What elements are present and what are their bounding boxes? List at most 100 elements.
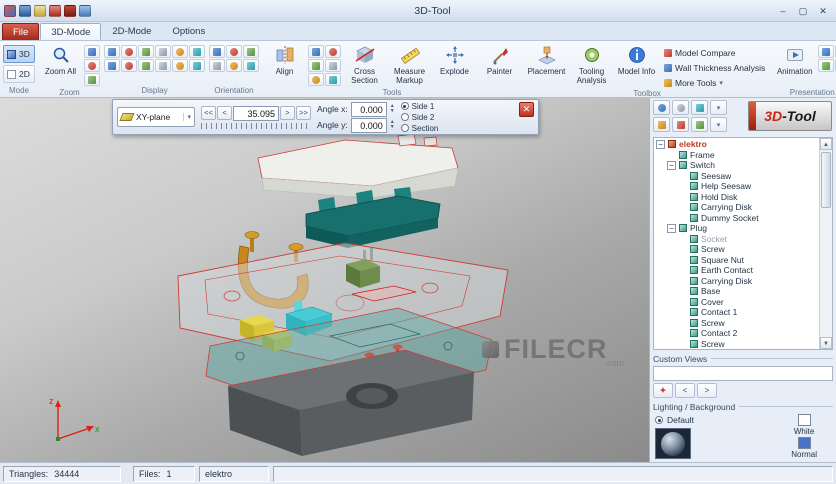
display-tool-icon[interactable] [172, 59, 188, 72]
visibility-menu-icon[interactable]: ▾ [710, 100, 727, 115]
settings-icon[interactable] [79, 4, 91, 17]
display-tool-icon[interactable] [104, 59, 120, 72]
prev-view-button[interactable]: < [675, 383, 695, 398]
section-radio[interactable]: Section [400, 123, 438, 133]
rotate-tool-icon[interactable] [325, 73, 341, 86]
display-tool-icon[interactable] [155, 59, 171, 72]
add-view-button[interactable]: ✦ [653, 383, 673, 398]
tree-item-frame[interactable]: Frame [654, 150, 819, 161]
angle-x-input[interactable]: 0.000 [350, 101, 387, 117]
mode-3d-button[interactable]: 3D [3, 45, 35, 63]
tree-expander-icon[interactable]: − [667, 160, 676, 170]
tree-item-screw[interactable]: Screw [654, 339, 819, 350]
tab-options[interactable]: Options [162, 23, 215, 40]
background-normal-swatch[interactable] [797, 437, 811, 449]
minimize-button[interactable]: – [774, 3, 792, 18]
scroll-up-icon[interactable]: ▲ [820, 138, 832, 150]
tree-item-switch[interactable]: − Switch [654, 160, 819, 171]
save-icon[interactable] [19, 4, 31, 17]
section-plane-select[interactable]: XY-plane ▾ [117, 107, 195, 127]
tree-item-help-seesaw[interactable]: Help Seesaw [654, 181, 819, 192]
print-icon[interactable] [49, 4, 61, 17]
next-view-button[interactable]: > [697, 383, 717, 398]
section-step-fast-back-button[interactable]: << [201, 106, 216, 120]
angle-y-spinner[interactable]: ▲ ▼ [390, 120, 395, 130]
display-tool-icon[interactable] [104, 45, 120, 58]
color-parts-icon[interactable] [672, 117, 689, 132]
tree-item-seesaw[interactable]: Seesaw [654, 171, 819, 182]
section-step-forward-button[interactable]: > [280, 106, 295, 120]
tree-item-cover[interactable]: Cover [654, 297, 819, 308]
scrollbar-thumb[interactable] [821, 152, 831, 208]
tree-expander-icon[interactable]: − [667, 223, 676, 233]
custom-views-list[interactable] [653, 366, 833, 381]
tree-expander-icon[interactable]: − [656, 139, 665, 149]
zoom-tool-icon[interactable] [84, 45, 100, 58]
presentation-tool-icon[interactable] [818, 45, 835, 58]
expand-tree-icon[interactable] [691, 117, 708, 132]
tree-menu-icon[interactable]: ▾ [710, 117, 727, 132]
tree-item-earth-contact[interactable]: Earth Contact [654, 265, 819, 276]
angle-x-spinner[interactable]: ▲ ▼ [390, 104, 395, 114]
display-tool-icon[interactable] [121, 59, 137, 72]
tree-item-elektro[interactable]: − elektro [654, 139, 819, 150]
angle-y-input[interactable]: 0.000 [350, 117, 387, 133]
tree-item-screw[interactable]: Screw [654, 318, 819, 329]
tree-item-dummy-socket[interactable]: Dummy Socket [654, 213, 819, 224]
zoom-tool-icon[interactable] [84, 59, 100, 72]
open-icon[interactable] [34, 4, 46, 17]
more-tools-button[interactable]: More Tools ▾ [660, 76, 769, 89]
tree-item-base[interactable]: Base [654, 286, 819, 297]
default-lighting-radio[interactable]: Default [655, 414, 694, 426]
presentation-tool-icon[interactable] [818, 59, 835, 72]
show-parts-icon[interactable] [653, 100, 670, 115]
orientation-tool-icon[interactable] [226, 45, 242, 58]
align-button[interactable]: Align [263, 42, 306, 88]
background-white-swatch[interactable] [797, 414, 811, 426]
maximize-button[interactable]: ▢ [794, 3, 812, 18]
capture-icon[interactable] [64, 4, 76, 17]
display-tool-icon[interactable] [138, 45, 154, 58]
animation-button[interactable]: Animation [773, 42, 816, 88]
hide-parts-icon[interactable] [672, 100, 689, 115]
rotate-tool-icon[interactable] [308, 45, 324, 58]
rotate-tool-icon[interactable] [325, 59, 341, 72]
rotate-tool-icon[interactable] [308, 73, 324, 86]
tree-item-plug[interactable]: − Plug [654, 223, 819, 234]
tab-file[interactable]: File [2, 23, 40, 40]
rotate-tool-icon[interactable] [308, 59, 324, 72]
tree-item-hold-disk[interactable]: Hold Disk [654, 192, 819, 203]
section-step-back-button[interactable]: < [217, 106, 232, 120]
mode-2d-button[interactable]: 2D [3, 65, 35, 83]
3d-viewport[interactable]: z x FILECR .com [0, 98, 649, 462]
tab-2d-mode[interactable]: 2D-Mode [102, 23, 161, 40]
tree-item-contact-2[interactable]: Contact 2 [654, 328, 819, 339]
tree-item-socket[interactable]: Socket [654, 234, 819, 245]
section-step-fast-forward-button[interactable]: >> [296, 106, 311, 120]
cross-section-button[interactable]: Cross Section [343, 42, 386, 88]
section-position-slider[interactable] [201, 122, 311, 129]
tree-item-square-nut[interactable]: Square Nut [654, 255, 819, 266]
lighting-preview[interactable] [655, 428, 691, 459]
section-position-input[interactable]: 35.095 [233, 105, 279, 121]
tree-item-carrying-disk[interactable]: Carrying Disk [654, 202, 819, 213]
tree-item-screw[interactable]: Screw [654, 244, 819, 255]
ghost-parts-icon[interactable] [691, 100, 708, 115]
measure-markup-button[interactable]: Measure Markup [388, 42, 431, 88]
tooling-analysis-button[interactable]: Tooling Analysis [570, 42, 613, 88]
zoom-all-button[interactable]: Zoom All [39, 42, 82, 88]
explode-button[interactable]: Explode [433, 42, 476, 88]
close-section-button[interactable]: ✕ [519, 102, 534, 117]
tab-3d-mode[interactable]: 3D-Mode [40, 23, 102, 40]
wall-thickness-analysis-button[interactable]: Wall Thickness Analysis [660, 61, 769, 74]
close-button[interactable]: ✕ [814, 3, 832, 18]
tree-item-contact-1[interactable]: Contact 1 [654, 307, 819, 318]
display-tool-icon[interactable] [138, 59, 154, 72]
display-tool-icon[interactable] [172, 45, 188, 58]
display-tool-icon[interactable] [155, 45, 171, 58]
scroll-down-icon[interactable]: ▼ [820, 337, 832, 349]
filter-tree-icon[interactable] [653, 117, 670, 132]
tree-scrollbar[interactable]: ▲ ▼ [819, 138, 832, 349]
display-tool-icon[interactable] [121, 45, 137, 58]
placement-button[interactable]: Placement [525, 42, 568, 88]
